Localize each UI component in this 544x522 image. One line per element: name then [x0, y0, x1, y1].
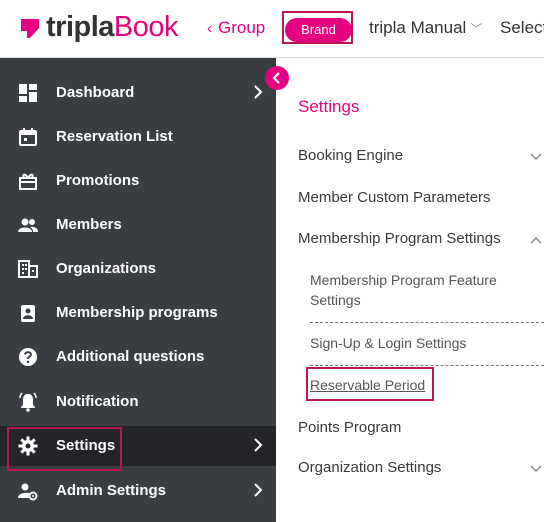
- building-icon: [18, 260, 38, 278]
- app-logo[interactable]: triplaBook: [46, 11, 179, 44]
- logo-suffix: Book: [113, 11, 179, 43]
- sidebar-item-additional-questions[interactable]: Additional questions: [0, 337, 276, 377]
- manual-select[interactable]: tripla Manual ﹀: [369, 18, 482, 38]
- sidebar-item-label: Notification: [56, 393, 139, 410]
- sidebar-item-reservation-list[interactable]: Reservation List: [0, 117, 276, 157]
- sidebar-item-organizations[interactable]: Organizations: [0, 249, 276, 289]
- brand-button[interactable]: Brand: [285, 18, 352, 42]
- sidebar-item-label: Membership programs: [56, 304, 218, 321]
- submenu-membership-program-feature-settings[interactable]: Membership Program Feature Settings: [310, 270, 497, 310]
- sidebar-item-label: Dashboard: [56, 84, 135, 101]
- select-dropdown[interactable]: Select: [500, 18, 544, 38]
- sidebar-item-members[interactable]: Members: [0, 205, 276, 245]
- divider: [310, 322, 544, 323]
- group-link[interactable]: ‹ Group: [207, 18, 265, 38]
- sidebar: Dashboard Reservation List Promotions Me…: [0, 58, 276, 522]
- sidebar-item-dashboard[interactable]: Dashboard: [0, 73, 276, 113]
- submenu-reservable-period[interactable]: Reservable Period: [310, 375, 425, 395]
- menu-organization-settings[interactable]: Organization Settings: [298, 459, 441, 476]
- gear-icon: [18, 436, 38, 456]
- chevron-up-icon: [530, 236, 542, 244]
- sidebar-item-label: Reservation List: [56, 128, 173, 145]
- sidebar-item-label: Members: [56, 216, 122, 233]
- bell-icon: [19, 392, 37, 412]
- sidebar-item-admin-settings[interactable]: Admin Settings: [0, 471, 276, 511]
- chevron-down-icon: [530, 153, 542, 161]
- sidebar-item-label: Promotions: [56, 172, 140, 189]
- collapse-sidebar-button[interactable]: [265, 66, 289, 90]
- tripla-logo-icon: [21, 19, 39, 38]
- chevron-down-icon: ﹀: [470, 22, 483, 36]
- people-icon: [18, 218, 38, 232]
- submenu-label-line2: Settings: [310, 292, 361, 308]
- chevron-right-icon: [254, 483, 263, 497]
- sidebar-item-membership-programs[interactable]: Membership programs: [0, 293, 276, 333]
- submenu-signup-login-settings[interactable]: Sign-Up & Login Settings: [310, 333, 466, 353]
- dashboard-icon: [19, 84, 37, 102]
- chevron-left-icon: [272, 72, 280, 84]
- chevron-right-icon: [254, 438, 263, 452]
- sidebar-item-label: Additional questions: [56, 348, 205, 365]
- sidebar-item-notification[interactable]: Notification: [0, 382, 276, 422]
- sidebar-item-label: Settings: [56, 437, 116, 454]
- chevron-down-icon: [530, 465, 542, 473]
- admin-settings-icon: [18, 483, 38, 501]
- submenu-label-line1: Membership Program Feature: [310, 272, 497, 288]
- logo-prefix: tripla: [46, 11, 114, 43]
- chevron-right-icon: [254, 85, 263, 99]
- group-label: Group: [218, 18, 266, 37]
- sidebar-item-promotions[interactable]: Promotions: [0, 161, 276, 201]
- menu-points-program[interactable]: Points Program: [298, 419, 401, 436]
- menu-booking-engine[interactable]: Booking Engine: [298, 147, 403, 164]
- sidebar-item-settings[interactable]: Settings: [0, 426, 276, 466]
- menu-member-custom-parameters[interactable]: Member Custom Parameters: [298, 189, 491, 206]
- sidebar-item-label: Admin Settings: [56, 482, 167, 499]
- gift-icon: [19, 173, 37, 190]
- divider: [310, 365, 544, 366]
- chevron-left-icon: ‹: [207, 20, 212, 37]
- calendar-icon: [19, 128, 37, 146]
- top-header: triplaBook ‹ Group Brand tripla Manual ﹀ S…: [0, 0, 544, 58]
- manual-select-label: tripla Manual: [369, 18, 467, 37]
- help-icon: [19, 348, 37, 366]
- badge-icon: [21, 305, 35, 322]
- page-title: Settings: [298, 97, 360, 116]
- menu-membership-program-settings[interactable]: Membership Program Settings: [298, 230, 501, 247]
- sidebar-item-label: Organizations: [56, 260, 157, 277]
